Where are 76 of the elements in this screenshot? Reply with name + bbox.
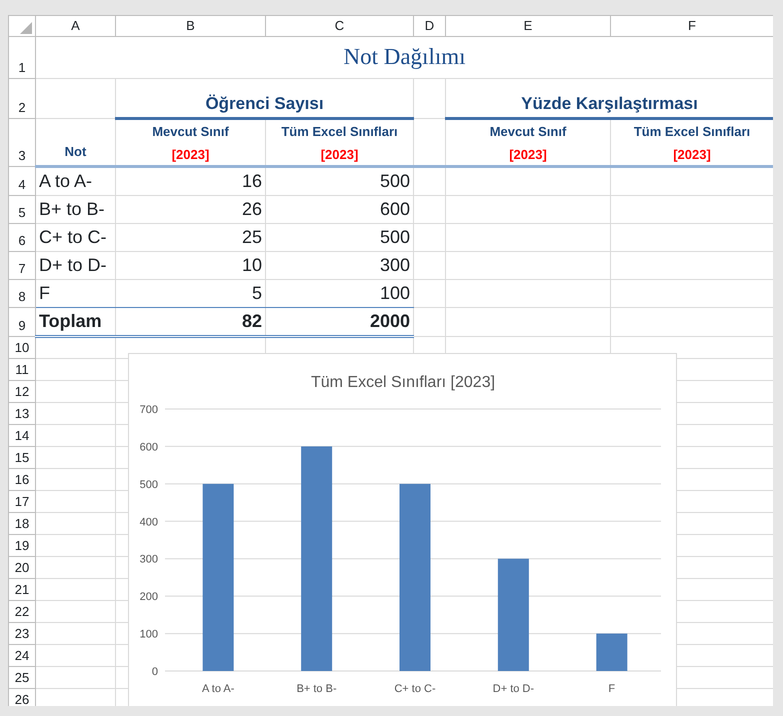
count-cell: 16	[116, 166, 266, 195]
axis-label: D+ to D-	[492, 683, 534, 695]
row-number[interactable]: 17	[8, 490, 36, 512]
grade-cell: C+ to C-	[36, 223, 116, 251]
grade-cell: D+ to D-	[36, 251, 116, 279]
row-number[interactable]: 26	[8, 688, 36, 706]
row-number[interactable]: 14	[8, 424, 36, 446]
count-cell: 500	[266, 166, 414, 195]
count-cell: 300	[266, 251, 414, 279]
row-number[interactable]: 8	[8, 279, 36, 307]
axis-label: 300	[140, 554, 158, 566]
row-number[interactable]: 20	[8, 556, 36, 578]
count-cell: 10	[116, 251, 266, 279]
grade-cell: B+ to B-	[36, 195, 116, 223]
column-header[interactable]: B	[116, 16, 266, 36]
column-heading: Mevcut Sınıf	[152, 122, 229, 140]
row-number[interactable]: 18	[8, 512, 36, 534]
column-header[interactable]: D	[414, 16, 446, 36]
axis-label: A to A-	[202, 683, 234, 695]
count-cell: 100	[266, 279, 414, 307]
row-number[interactable]: 10	[8, 336, 36, 358]
group-header: Öğrenci Sayısı	[116, 78, 414, 118]
bar	[596, 634, 628, 671]
row-number[interactable]: 23	[8, 622, 36, 644]
row-number[interactable]: 16	[8, 468, 36, 490]
count-cell: 5	[116, 279, 266, 307]
count-cell: 600	[266, 195, 414, 223]
chart-title: Tüm Excel Sınıfları [2023]	[310, 374, 496, 391]
row-number[interactable]: 11	[8, 358, 36, 380]
column-heading: Tüm Excel Sınıfları	[281, 122, 398, 140]
select-all-icon[interactable]	[20, 22, 32, 34]
axis-label: F	[608, 683, 616, 695]
column-heading: Mevcut Sınıf	[490, 122, 566, 140]
total-label: Toplam	[36, 307, 116, 336]
row-number[interactable]: 25	[8, 666, 36, 688]
axis-label: 500	[140, 478, 158, 491]
axis-label: 100	[140, 628, 158, 641]
total-cell: 2000	[266, 307, 414, 336]
count-cell: 26	[116, 195, 266, 223]
axis-label: 400	[140, 516, 158, 528]
year-label: [2023]	[673, 146, 711, 164]
row-number[interactable]: 3	[8, 118, 36, 166]
grade-cell: A to A-	[36, 166, 116, 195]
row-number[interactable]: 7	[8, 251, 36, 279]
grade-cell: F	[36, 279, 116, 307]
column-header[interactable]: F	[610, 16, 773, 36]
row-number[interactable]: 6	[8, 223, 36, 251]
count-cell: 500	[266, 223, 414, 251]
column-heading: Tüm Excel Sınıfları	[634, 122, 750, 140]
row-number[interactable]: 4	[8, 166, 36, 195]
axis-label: 600	[140, 441, 158, 454]
year-label: [2023]	[509, 146, 547, 164]
total-cell: 82	[116, 307, 266, 336]
year-label: [2023]	[172, 146, 210, 164]
count-cell: 25	[116, 223, 266, 251]
column-header[interactable]: E	[446, 16, 610, 36]
row-number[interactable]: 12	[8, 380, 36, 402]
axis-label: 200	[140, 591, 158, 604]
axis-label: 0	[152, 666, 158, 678]
column-heading: Not	[36, 118, 116, 166]
axis-label: B+ to B-	[296, 683, 337, 695]
axis-label: 700	[140, 404, 158, 416]
row-number[interactable]: 5	[8, 195, 36, 223]
row-number[interactable]: 13	[8, 402, 36, 424]
column-header[interactable]: C	[266, 16, 414, 36]
row-number[interactable]: 9	[8, 307, 36, 336]
column-header[interactable]: A	[36, 16, 116, 36]
axis-label: C+ to C-	[394, 683, 436, 695]
row-number[interactable]: 22	[8, 600, 36, 622]
year-label: [2023]	[320, 146, 358, 164]
row-number[interactable]: 24	[8, 644, 36, 666]
row-number[interactable]: 2	[8, 78, 36, 118]
row-number[interactable]: 1	[8, 36, 36, 78]
row-number[interactable]: 21	[8, 578, 36, 600]
row-number[interactable]: 15	[8, 446, 36, 468]
row-number[interactable]: 19	[8, 534, 36, 556]
